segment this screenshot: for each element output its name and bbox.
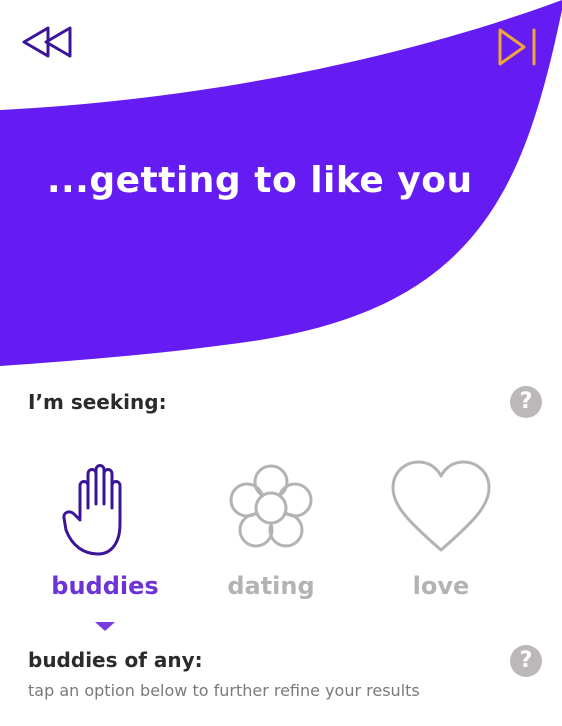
option-label-love: love bbox=[412, 572, 470, 600]
selected-indicator bbox=[95, 622, 115, 631]
rewind-icon bbox=[22, 26, 72, 58]
option-label-dating: dating bbox=[227, 572, 315, 600]
heart-icon bbox=[391, 460, 491, 552]
refine-hint: tap an option below to further refine yo… bbox=[28, 681, 420, 700]
skip-button[interactable] bbox=[494, 26, 544, 68]
flower-icon bbox=[229, 464, 313, 548]
hero-banner: ...getting to like you... bbox=[0, 0, 562, 370]
refine-label: buddies of any: bbox=[28, 648, 203, 672]
refine-help-button[interactable]: ? bbox=[510, 645, 542, 677]
option-label-buddies: buddies bbox=[51, 572, 159, 600]
hand-icon bbox=[62, 464, 122, 556]
option-love[interactable]: love bbox=[366, 458, 516, 600]
back-button[interactable] bbox=[16, 22, 76, 62]
option-buddies[interactable]: buddies bbox=[30, 458, 180, 600]
seeking-label: I’m seeking: bbox=[28, 390, 167, 414]
option-dating[interactable]: dating bbox=[196, 458, 346, 600]
skip-forward-icon bbox=[498, 28, 536, 66]
seeking-help-button[interactable]: ? bbox=[510, 386, 542, 418]
